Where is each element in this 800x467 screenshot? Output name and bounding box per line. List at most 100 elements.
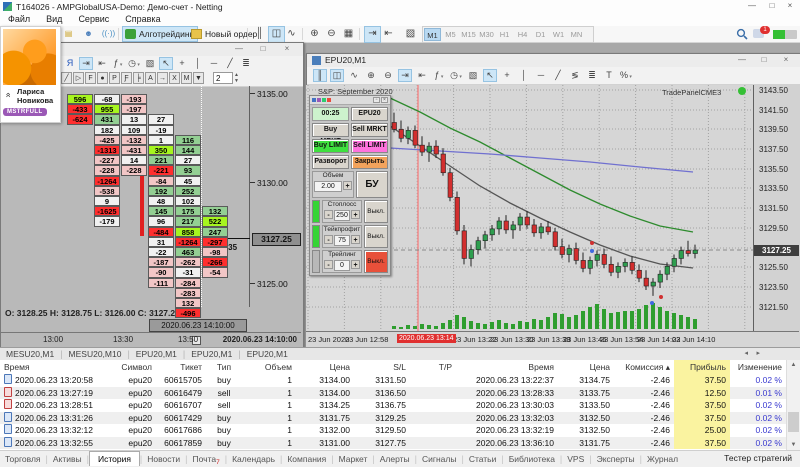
value-input[interactable]: 75 [334,235,350,246]
column-header-Комиссия[interactable]: Комиссия ▴ [614,360,674,374]
trade-panel-titlebar[interactable]: ▫ × [310,96,390,105]
zoom-out-icon[interactable]: ⊖ [324,26,339,41]
column-header-S/L[interactable]: S/L [354,360,410,374]
shapes-icon[interactable]: % ▾ [619,69,633,82]
scroll-up-icon[interactable]: ▲ [787,360,800,370]
autoscroll-icon[interactable]: ⇥ [398,69,412,82]
menu-Вид[interactable]: Вид [38,13,70,24]
indicators-icon[interactable]: ƒ ▾ [432,69,446,82]
autoscroll-icon[interactable]: ⇥ [364,26,381,43]
sell-limit-button[interactable]: Sell LIMIT [351,139,388,153]
connection-toggle[interactable] [773,30,797,39]
cluster-mode-button[interactable]: ▷ [73,72,84,84]
cluster-mode-button[interactable]: M [181,72,192,84]
chart-shift-icon[interactable]: ⇤ [381,26,396,41]
line-chart-icon[interactable]: ∿ [347,69,361,82]
tabs-scroll-left-icon[interactable]: ◂ [744,349,748,357]
column-header-Изменение[interactable]: Изменение [730,360,786,374]
panel-minimize-icon[interactable]: ▫ [373,97,380,103]
column-header-Объем[interactable]: Объем [242,360,296,374]
tab-VPS[interactable]: VPS [562,452,589,466]
enable-strip[interactable] [312,200,320,223]
table-row[interactable]: 2020.06.23 13:20:58epu2060615705buy13134… [0,374,786,387]
window-close-icon[interactable]: × [776,55,796,64]
cursor-icon[interactable]: ↖ [483,69,497,82]
breakeven-button[interactable]: БУ [356,171,388,198]
close-button[interactable]: Закрыть [351,155,388,169]
minus-button[interactable]: - [324,235,333,244]
cluster-mode-button[interactable]: P [109,72,120,84]
table-scrollbar[interactable]: ▲ ▼ [786,360,800,450]
column-header-T/P[interactable]: T/P [410,360,456,374]
chart-time-axis[interactable]: 23 Jun 202023 Jun 12:5823 Jun 13:2223 Ju… [306,331,799,347]
menu-Сервис[interactable]: Сервис [70,13,117,24]
indicator-list-icon[interactable]: ▧ [403,26,418,41]
panel-close-icon[interactable]: × [381,97,388,103]
tab-Эксперты[interactable]: Эксперты [592,452,640,466]
cluster-param-input[interactable]: 2 [213,72,233,84]
column-header-Время[interactable]: Время [456,360,558,374]
window-minimize-icon[interactable]: — [229,44,249,53]
window-tab-MESU20,M1[interactable]: MESU20,M1 [0,348,60,360]
window-tab-EPU20,M1[interactable]: EPU20,M1 [241,348,294,360]
menu-Справка[interactable]: Справка [117,13,168,24]
buy-limit-button[interactable]: Buy LIMIT [312,139,349,153]
grid-icon[interactable]: ▧ [466,69,480,82]
candles-chart-icon[interactable]: ◫ [330,69,344,82]
order-book-icon[interactable]: ▤ [61,26,76,41]
algo-trading-button[interactable]: Алготрейдинг [122,26,198,42]
column-header-Тикет[interactable]: Тикет [156,360,206,374]
volume-plus-button[interactable]: + [343,181,352,190]
plus-button[interactable]: + [351,260,360,269]
tab-Активы[interactable]: Активы [48,452,87,466]
table-row[interactable]: 2020.06.23 13:31:26epu2060617429buy13131… [0,412,786,425]
trendline-icon[interactable]: ╱ [223,57,237,70]
enable-strip[interactable] [312,250,320,273]
tab-Торговля[interactable]: Торговля [0,452,46,466]
tab-Календарь[interactable]: Календарь [227,452,280,466]
table-row[interactable]: 2020.06.23 13:32:55epu2060617859buy13131… [0,437,786,450]
window-restore-icon[interactable]: □ [253,44,273,53]
value-input[interactable]: 0 [334,260,350,271]
param-spinner[interactable]: ▲▼ [234,72,239,84]
value-input[interactable]: 250 [334,210,350,221]
timeframe-W1[interactable]: W1 [550,28,567,41]
hline-icon[interactable]: ─ [534,69,548,82]
tab-Библиотека[interactable]: Библиотека [504,452,560,466]
bars-chart-icon[interactable]: ║ [313,69,327,82]
window-close-icon[interactable]: × [277,44,297,53]
tab-Статьи[interactable]: Статьи [464,452,502,466]
timeframe-M30[interactable]: M30 [478,28,495,41]
enable-strip[interactable] [312,225,320,248]
grid-icon[interactable]: ▧ [143,57,157,70]
crosshair-icon[interactable]: + [175,57,189,70]
timeframe-MN[interactable]: MN [568,28,585,41]
indicators-icon[interactable]: ƒ ▾ [111,57,125,70]
window-minimize-icon[interactable]: — [732,55,752,64]
timeframe-M1[interactable]: M1 [424,28,441,41]
profile-popup[interactable]: » Лариса Новикова MSTRFULL [0,26,61,123]
bars-chart-icon[interactable]: ║ [252,26,267,41]
zoom-in-icon[interactable]: ⊕ [307,26,322,41]
vline-icon[interactable]: │ [517,69,531,82]
contacts-icon[interactable]: ☻ [81,26,96,41]
zoom-out-icon[interactable]: ⊖ [381,69,395,82]
scroll-down-icon[interactable]: ▼ [787,440,800,450]
search-icon[interactable] [736,28,748,40]
history-header-row[interactable]: ВремяСимволТикетТипОбъемЦенаS/LT/PВремяЦ… [0,360,786,375]
fibo-icon[interactable]: ≣ [239,57,253,70]
plus-button[interactable]: + [351,210,360,219]
close-button[interactable]: × [782,1,798,10]
periods-icon[interactable]: ◷ ▾ [127,57,141,70]
cursor-icon[interactable]: ↖ [159,57,173,70]
minus-button[interactable]: - [324,210,333,219]
cluster-time-axis[interactable]: 2020.06.23 14:10:00 13:0013:3013:50 [1,332,301,347]
cluster-mode-button[interactable]: ▼ [193,72,204,84]
off-button[interactable]: Выкл. [364,200,388,223]
minimize-button[interactable]: — [744,1,760,10]
symbol-button[interactable]: EPU20 [351,107,388,121]
column-header-Цена[interactable]: Цена [296,360,354,374]
menu-Файл[interactable]: Файл [0,13,38,24]
reverse-button[interactable]: Разворот [312,155,349,169]
volume-input[interactable]: 2.00 [314,181,342,192]
